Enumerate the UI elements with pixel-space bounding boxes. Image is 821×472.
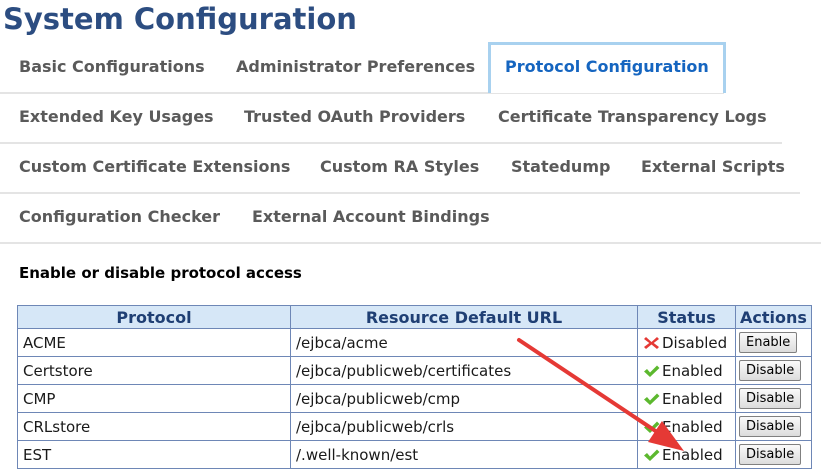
protocol-name: ACME (17, 328, 291, 357)
status-cell: Enabled (637, 412, 736, 441)
disable-button[interactable]: Disable (739, 444, 802, 465)
tab-trusted-oauth-providers[interactable]: Trusted OAuth Providers (244, 92, 465, 142)
section-heading: Enable or disable protocol access (19, 264, 302, 282)
action-cell: Disable (735, 356, 812, 385)
tab-external-scripts[interactable]: External Scripts (641, 142, 785, 192)
resource-url: /ejbca/publicweb/certificates (290, 356, 638, 385)
tab-extended-key-usages[interactable]: Extended Key Usages (19, 92, 214, 142)
status-cell: Enabled (637, 440, 736, 469)
header-resource-default-url: Resource Default URL (290, 305, 638, 329)
resource-url: /ejbca/acme (290, 328, 638, 357)
disable-button[interactable]: Disable (739, 416, 802, 437)
action-cell: Disable (735, 412, 812, 441)
tab-administrator-preferences[interactable]: Administrator Preferences (236, 42, 475, 92)
resource-url: /.well-known/est (290, 440, 638, 469)
resource-url: /ejbca/publicweb/cmp (290, 384, 638, 413)
status-text: Enabled (662, 417, 723, 436)
tab-row-2: Extended Key Usages Trusted OAuth Provid… (0, 92, 782, 144)
tab-external-account-bindings[interactable]: External Account Bindings (252, 192, 490, 242)
protocol-name: CMP (17, 384, 291, 413)
status-cell: Disabled (637, 328, 736, 357)
table-row: Certstore /ejbca/publicweb/certificates … (17, 356, 812, 385)
action-cell: Disable (735, 440, 812, 469)
protocol-name: CRLstore (17, 412, 291, 441)
tab-custom-ra-styles[interactable]: Custom RA Styles (320, 142, 479, 192)
status-cell: Enabled (637, 384, 736, 413)
header-status: Status (637, 305, 736, 329)
green-check-icon (644, 421, 660, 433)
status-text: Enabled (662, 445, 723, 464)
tab-protocol-configuration[interactable]: Protocol Configuration (488, 42, 726, 93)
green-check-icon (644, 393, 660, 405)
tab-row-1: Basic Configurations Administrator Prefe… (0, 42, 726, 94)
table-row: CRLstore /ejbca/publicweb/crls Enabled D… (17, 412, 812, 441)
page-title: System Configuration (3, 2, 357, 36)
tab-row-3: Custom Certificate Extensions Custom RA … (0, 142, 800, 194)
table-header-row: Protocol Resource Default URL Status Act… (17, 305, 812, 329)
tab-row-4: Configuration Checker External Account B… (0, 192, 821, 244)
status-text: Disabled (662, 333, 728, 352)
table-row: ACME /ejbca/acme Disabled Enable (17, 328, 812, 357)
tab-custom-certificate-extensions[interactable]: Custom Certificate Extensions (19, 142, 290, 192)
green-check-icon (644, 449, 660, 461)
tab-configuration-checker[interactable]: Configuration Checker (19, 192, 220, 242)
disable-button[interactable]: Disable (739, 360, 802, 381)
tab-statedump[interactable]: Statedump (511, 142, 610, 192)
action-cell: Enable (735, 328, 812, 357)
disable-button[interactable]: Disable (739, 388, 802, 409)
table-row: EST /.well-known/est Enabled Disable (17, 440, 812, 469)
protocol-name: EST (17, 440, 291, 469)
enable-button[interactable]: Enable (739, 332, 798, 353)
red-x-icon (644, 336, 659, 349)
status-text: Enabled (662, 389, 723, 408)
status-cell: Enabled (637, 356, 736, 385)
resource-url: /ejbca/publicweb/crls (290, 412, 638, 441)
header-protocol: Protocol (17, 305, 291, 329)
header-actions: Actions (735, 305, 812, 329)
table-row: CMP /ejbca/publicweb/cmp Enabled Disable (17, 384, 812, 413)
green-check-icon (644, 365, 660, 377)
tab-basic-configurations[interactable]: Basic Configurations (19, 42, 205, 92)
protocol-table: Protocol Resource Default URL Status Act… (17, 305, 812, 469)
action-cell: Disable (735, 384, 812, 413)
tab-certificate-transparency-logs[interactable]: Certificate Transparency Logs (498, 92, 767, 142)
protocol-name: Certstore (17, 356, 291, 385)
status-text: Enabled (662, 361, 723, 380)
